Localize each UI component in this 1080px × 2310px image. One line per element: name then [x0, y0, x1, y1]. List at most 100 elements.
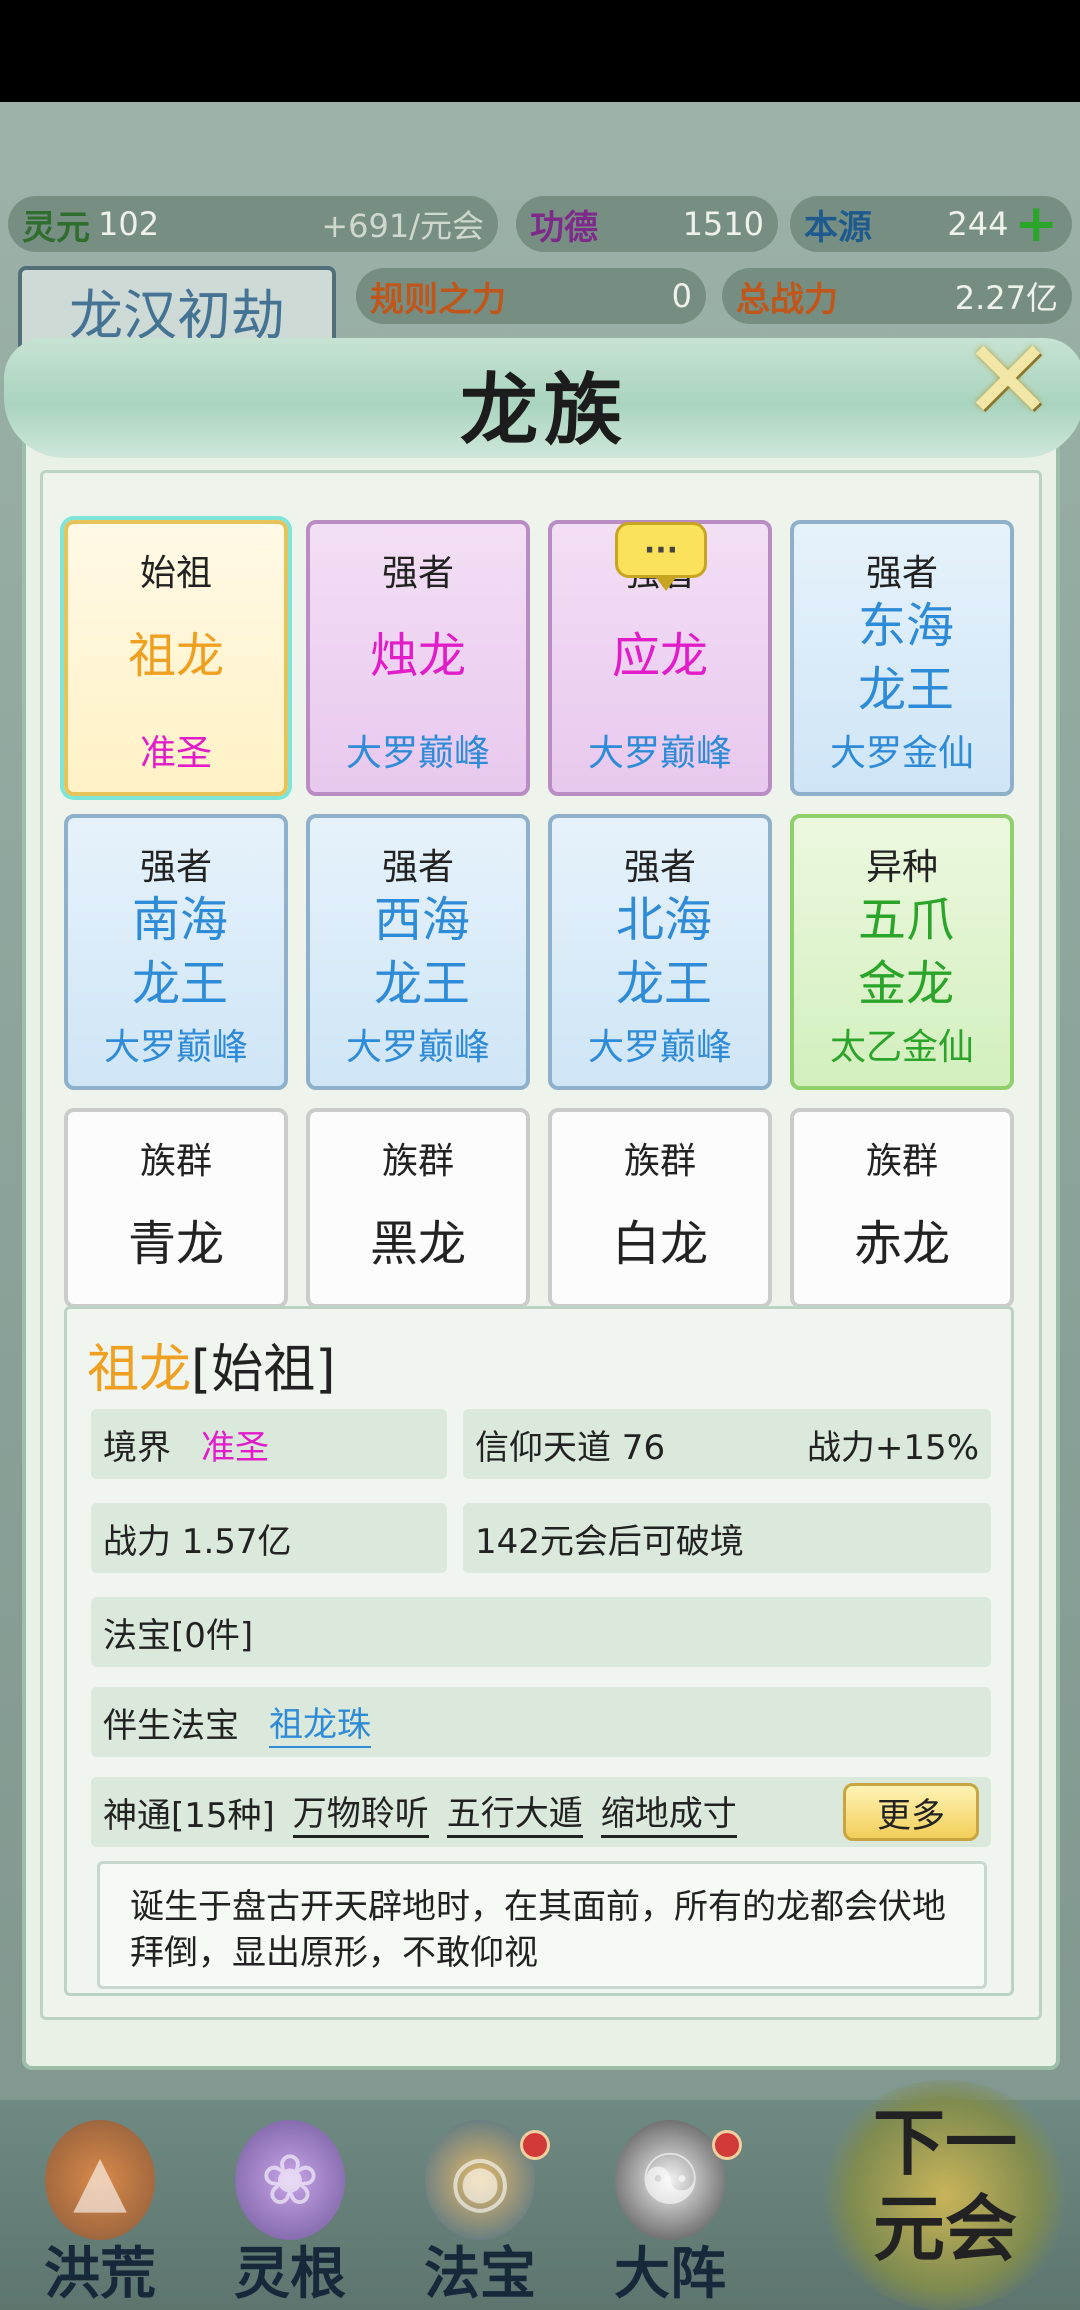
nav-fabao[interactable]: ◉ 法宝: [390, 2120, 570, 2310]
treasures-text: 法宝[0件]: [103, 1615, 254, 1656]
power-text: 战力 1.57亿: [103, 1521, 292, 1562]
status-bar: [0, 0, 1080, 102]
guize-label: 规则之力: [370, 279, 506, 320]
card-name: 祖龙: [127, 628, 224, 684]
card-rank: 太乙金仙: [829, 1027, 974, 1068]
notification-dot: [712, 2130, 742, 2160]
nav-honghuang[interactable]: ▲ 洪荒: [10, 2120, 190, 2310]
card-name: 白龙: [611, 1216, 708, 1272]
treasure-icon: ◉: [425, 2120, 535, 2240]
treasures-cell: 法宝[0件]: [91, 1597, 991, 1667]
lingyuan-value: 102: [98, 205, 160, 243]
lotus-icon: ❀: [235, 2120, 345, 2240]
nav-linggen[interactable]: ❀ 灵根: [200, 2120, 380, 2310]
card-rank: 大罗巅峰: [103, 1027, 248, 1068]
card-name: 烛龙: [369, 628, 466, 684]
member-card-qinglong[interactable]: 族群 青龙: [64, 1108, 288, 1308]
member-card-beihai[interactable]: 强者 北海龙王 大罗巅峰: [548, 814, 772, 1090]
next-era-button[interactable]: 下一 元会: [820, 2080, 1070, 2310]
card-role: 强者: [865, 553, 938, 594]
taiji-icon: ☯: [615, 2120, 725, 2240]
nav-label: 大阵: [614, 2241, 726, 2307]
next-era-line1: 下一: [872, 2100, 1017, 2185]
card-name: 应龙: [611, 628, 708, 684]
member-card-chilong[interactable]: 族群 赤龙: [790, 1108, 1014, 1308]
skill-tag[interactable]: 五行大遁: [446, 1786, 583, 1838]
benyuan-value: 244: [947, 205, 1009, 243]
card-role: 族群: [623, 1141, 696, 1182]
benyuan-resource: 本源 244 +: [790, 196, 1072, 252]
detail-name: 祖龙: [87, 1340, 192, 1400]
member-description: 诞生于盘古开天辟地时，在其面前，所有的龙都会伏地拜倒，显出原形，不敢仰视: [97, 1861, 987, 1989]
companion-label: 伴生法宝: [103, 1705, 239, 1746]
skills-label: 神通[15种]: [103, 1795, 275, 1836]
card-role: 族群: [139, 1141, 212, 1182]
lingyuan-resource: 灵元 102 +691/元会: [8, 196, 498, 252]
member-card-wuzhao[interactable]: 异种 五爪金龙 太乙金仙: [790, 814, 1014, 1090]
mountain-icon: ▲: [45, 2120, 155, 2240]
companion-cell: 伴生法宝 祖龙珠: [91, 1687, 991, 1757]
card-role: 强者: [381, 847, 454, 888]
card-rank: 大罗巅峰: [345, 733, 490, 774]
faith-bonus: 战力+15%: [806, 1427, 979, 1468]
card-name: 西海龙王: [373, 892, 470, 1012]
dialog-header: 龙族: [4, 338, 1080, 458]
card-role: 强者: [381, 553, 454, 594]
faith-cell: 信仰天道 76 战力+15%: [463, 1409, 991, 1479]
member-card-zhulong[interactable]: 强者 烛龙 大罗巅峰: [306, 520, 530, 796]
skill-tag[interactable]: 万物聆听: [292, 1786, 429, 1838]
next-era-label: 下一 元会: [820, 2100, 1070, 2272]
companion-treasure-link[interactable]: 祖龙珠: [269, 1697, 371, 1748]
card-name: 青龙: [127, 1216, 224, 1272]
card-name: 南海龙王: [131, 892, 228, 1012]
card-name: 赤龙: [853, 1216, 950, 1272]
nav-label: 法宝: [424, 2241, 536, 2307]
more-skills-button[interactable]: 更多: [843, 1783, 979, 1841]
breakthrough-cell: 142元会后可破境: [463, 1503, 991, 1573]
zhanli-label: 总战力: [736, 279, 838, 320]
card-rank: 大罗巅峰: [587, 1027, 732, 1068]
card-rank: 大罗巅峰: [587, 733, 732, 774]
lingyuan-label: 灵元: [22, 207, 90, 248]
member-card-heilong[interactable]: 族群 黑龙: [306, 1108, 530, 1308]
next-era-line2: 元会: [872, 2186, 1017, 2271]
dialog-title: 龙族: [459, 365, 628, 456]
realm-value: 准圣: [201, 1427, 269, 1468]
detail-role: [始祖]: [191, 1340, 336, 1400]
gongde-resource: 功德 1510: [516, 196, 778, 252]
guize-value: 0: [671, 277, 692, 315]
close-button[interactable]: ✕: [958, 325, 1058, 435]
member-card-bailong[interactable]: 族群 白龙: [548, 1108, 772, 1308]
card-name: 五爪金龙: [857, 892, 954, 1012]
card-name: 黑龙: [369, 1216, 466, 1272]
card-rank: 准圣: [139, 733, 212, 774]
nav-label: 洪荒: [44, 2241, 156, 2307]
benyuan-label: 本源: [804, 207, 872, 248]
notification-dot: [520, 2130, 550, 2160]
guize-resource: 规则之力 0: [356, 268, 706, 324]
member-card-donghai[interactable]: 强者 东海龙王 大罗金仙: [790, 520, 1014, 796]
card-role: 族群: [865, 1141, 938, 1182]
member-detail-panel: 祖龙[始祖] 境界 准圣 信仰天道 76 战力+15% 战力 1.57亿 142…: [64, 1306, 1014, 1996]
member-card-nanhai[interactable]: 强者 南海龙王 大罗巅峰: [64, 814, 288, 1090]
card-role: 始祖: [139, 553, 212, 594]
nav-label: 灵根: [234, 2241, 346, 2307]
realm-cell: 境界 准圣: [91, 1409, 447, 1479]
chat-bubble-icon[interactable]: ···: [615, 522, 707, 591]
zhanli-value: 2.27亿: [954, 279, 1058, 317]
skill-tag[interactable]: 缩地成寸: [600, 1786, 737, 1838]
gongde-value: 1510: [682, 205, 764, 243]
realm-label: 境界: [103, 1427, 171, 1468]
add-benyuan-button[interactable]: +: [1014, 198, 1058, 250]
card-name: 北海龙王: [615, 892, 712, 1012]
card-rank: 大罗金仙: [829, 733, 974, 774]
gongde-label: 功德: [530, 207, 598, 248]
card-rank: 大罗巅峰: [345, 1027, 490, 1068]
member-card-xihai[interactable]: 强者 西海龙王 大罗巅峰: [306, 814, 530, 1090]
nav-dazhen[interactable]: ☯ 大阵: [580, 2120, 760, 2310]
member-card-zulong[interactable]: 始祖 祖龙 准圣: [64, 520, 288, 796]
detail-title: 祖龙[始祖]: [87, 1327, 336, 1402]
faith-text: 信仰天道 76: [475, 1427, 666, 1468]
breakthrough-text: 142元会后可破境: [475, 1521, 744, 1562]
card-role: 强者: [139, 847, 212, 888]
